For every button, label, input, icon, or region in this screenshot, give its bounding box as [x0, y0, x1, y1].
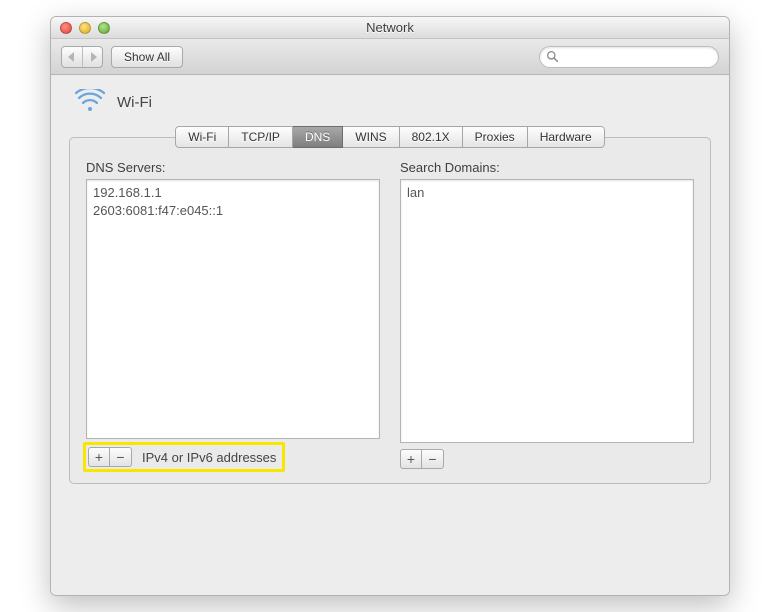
tab-label: DNS [305, 130, 330, 144]
network-preferences-window: Network Show All [50, 16, 730, 596]
nav-back-forward [61, 46, 103, 68]
dns-servers-column: DNS Servers: 192.168.1.1 2603:6081:f47:e… [86, 160, 380, 469]
tab-dns[interactable]: DNS [293, 126, 343, 148]
tab-label: Hardware [540, 130, 592, 144]
tab-label: WINS [355, 130, 386, 144]
dns-servers-label: DNS Servers: [86, 160, 380, 175]
list-item[interactable]: lan [407, 184, 687, 202]
dns-plusminus: + − [88, 447, 132, 467]
interface-header: Wi-Fi [69, 89, 711, 116]
list-item[interactable]: 192.168.1.1 [93, 184, 373, 202]
tab-wifi[interactable]: Wi-Fi [175, 126, 229, 148]
tab-hardware[interactable]: Hardware [528, 126, 605, 148]
tab-panel: DNS Servers: 192.168.1.1 2603:6081:f47:e… [69, 137, 711, 484]
nav-forward-button[interactable] [82, 47, 102, 67]
nav-back-button[interactable] [62, 47, 82, 67]
search-input[interactable] [563, 50, 712, 64]
domains-plusminus: + − [400, 449, 444, 469]
search-domains-list[interactable]: lan [400, 179, 694, 443]
toolbar: Show All [51, 39, 729, 75]
search-field[interactable] [539, 46, 719, 68]
tab-wins[interactable]: WINS [343, 126, 399, 148]
search-domains-column: Search Domains: lan + − [400, 160, 694, 469]
tab-label: TCP/IP [241, 130, 280, 144]
tab-label: Wi-Fi [188, 130, 216, 144]
show-all-label: Show All [124, 50, 170, 64]
add-dns-button[interactable]: + [88, 447, 110, 467]
search-icon [546, 50, 559, 63]
dns-servers-list[interactable]: 192.168.1.1 2603:6081:f47:e045::1 [86, 179, 380, 439]
tab-label: 802.1X [412, 130, 450, 144]
tab-label: Proxies [475, 130, 515, 144]
highlight-annotation: + − IPv4 or IPv6 addresses [83, 442, 285, 472]
tab-tcpip[interactable]: TCP/IP [229, 126, 293, 148]
search-domains-label: Search Domains: [400, 160, 694, 175]
add-domain-button[interactable]: + [400, 449, 422, 469]
tab-8021x[interactable]: 802.1X [400, 126, 463, 148]
remove-dns-button[interactable]: − [110, 447, 132, 467]
list-item[interactable]: 2603:6081:f47:e045::1 [93, 202, 373, 220]
titlebar: Network [51, 17, 729, 39]
interface-name: Wi-Fi [117, 94, 152, 111]
wifi-icon [75, 89, 105, 116]
dns-hint: IPv4 or IPv6 addresses [142, 450, 276, 465]
tab-proxies[interactable]: Proxies [463, 126, 528, 148]
remove-domain-button[interactable]: − [422, 449, 444, 469]
show-all-button[interactable]: Show All [111, 46, 183, 68]
tab-row: Wi-Fi TCP/IP DNS WINS 802.1X Proxies Har… [69, 126, 711, 148]
window-title: Network [51, 20, 729, 35]
